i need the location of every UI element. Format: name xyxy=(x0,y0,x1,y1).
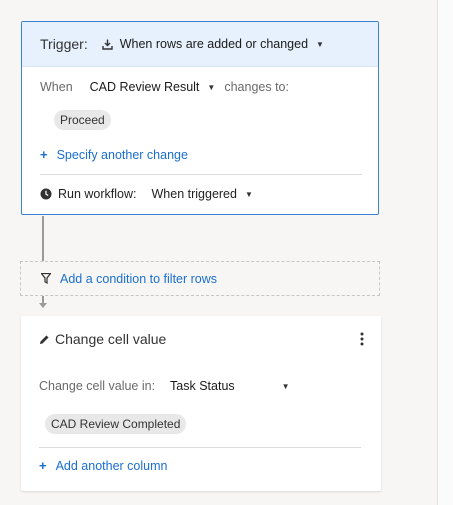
trigger-column-value: CAD Review Result xyxy=(89,80,200,94)
funnel-icon xyxy=(41,273,51,284)
clock-icon xyxy=(40,188,52,200)
chevron-down-icon: ▼ xyxy=(244,189,253,199)
action-header: Change cell value xyxy=(39,331,166,347)
when-label: When xyxy=(40,80,73,94)
changes-to-label: changes to: xyxy=(224,80,289,94)
chevron-down-icon: ▼ xyxy=(281,381,290,391)
chevron-down-icon: ▼ xyxy=(207,82,216,92)
run-workflow-label: Run workflow: xyxy=(58,187,137,201)
connector-line xyxy=(42,216,44,261)
action-title: Change cell value xyxy=(55,331,167,347)
run-workflow-value: When triggered xyxy=(151,187,237,201)
trigger-header: Trigger: When rows are added or changed … xyxy=(22,22,378,67)
plus-icon: + xyxy=(40,147,48,162)
connector-arrow-icon xyxy=(39,303,47,308)
add-another-column-label: Add another column xyxy=(55,458,168,473)
when-condition-row: When CAD Review Result ▼ changes to: xyxy=(40,80,289,94)
target-column-value: Task Status xyxy=(170,379,235,393)
change-cell-in-label: Change cell value in: xyxy=(39,379,156,393)
row-add-icon xyxy=(102,39,113,50)
add-filter-condition-label: Add a condition to filter rows xyxy=(60,271,218,286)
trigger-event-dropdown[interactable]: When rows are added or changed ▼ xyxy=(102,37,324,51)
value-chip-cad-review-completed[interactable]: CAD Review Completed xyxy=(45,414,187,434)
plus-icon: + xyxy=(39,458,47,473)
divider xyxy=(39,447,361,448)
run-workflow-row: Run workflow: When triggered ▼ xyxy=(40,187,253,201)
specify-another-change-label: Specify another change xyxy=(56,147,188,162)
divider xyxy=(40,174,362,175)
action-card: Change cell value Change cell value in: … xyxy=(21,316,381,491)
specify-another-change-link[interactable]: + Specify another change xyxy=(40,147,188,162)
chevron-down-icon: ▼ xyxy=(316,39,324,49)
trigger-event-label: When rows are added or changed xyxy=(119,37,309,51)
target-column-dropdown[interactable]: Task Status ▼ xyxy=(170,379,290,393)
trigger-card: Trigger: When rows are added or changed … xyxy=(21,21,379,215)
run-workflow-dropdown[interactable]: When triggered ▼ xyxy=(152,187,253,201)
more-vertical-icon[interactable] xyxy=(356,331,368,347)
pencil-icon xyxy=(40,335,49,344)
value-chip-proceed[interactable]: Proceed xyxy=(54,110,111,130)
change-cell-row: Change cell value in: Task Status ▼ xyxy=(39,379,290,393)
trigger-title: Trigger: xyxy=(40,36,88,52)
side-panel xyxy=(438,0,453,505)
trigger-column-dropdown[interactable]: CAD Review Result ▼ xyxy=(90,80,216,94)
add-another-column-link[interactable]: + Add another column xyxy=(39,458,167,473)
add-filter-condition-button[interactable]: Add a condition to filter rows xyxy=(20,261,380,296)
